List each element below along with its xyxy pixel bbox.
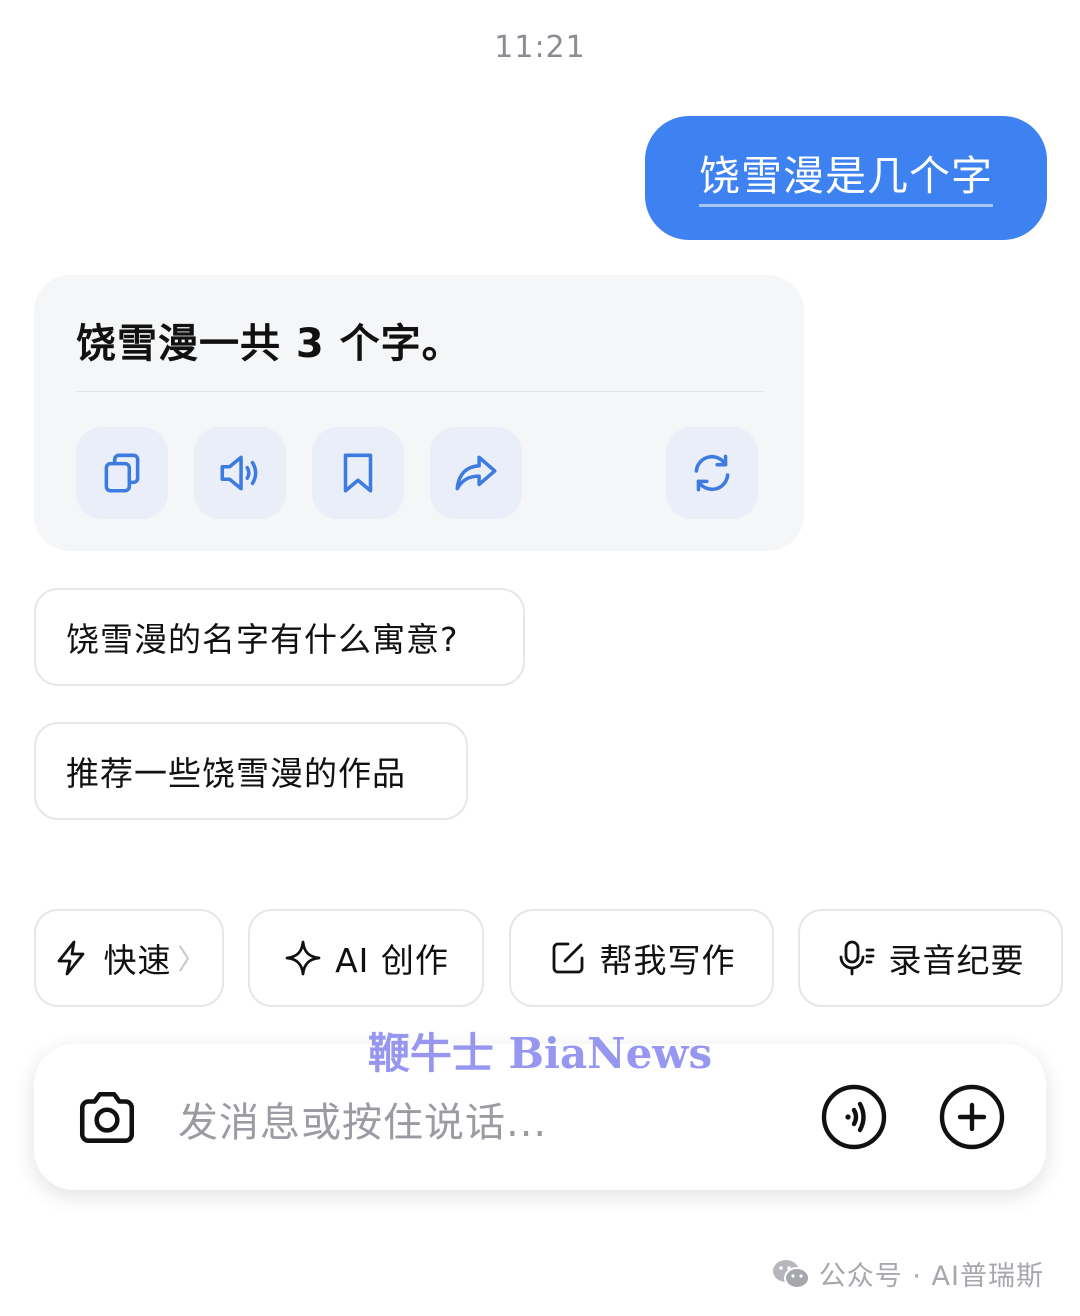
- tool-recording-notes[interactable]: 录音纪要: [798, 909, 1063, 1007]
- copy-icon: [104, 453, 140, 493]
- lightning-icon: [58, 940, 85, 976]
- tool-label: 帮我写作: [599, 941, 736, 980]
- divider: [76, 391, 764, 392]
- camera-icon[interactable]: [74, 1085, 140, 1151]
- footer-watermark: 公众号 · AI普瑞斯: [771, 1254, 1044, 1293]
- suggestion-chip[interactable]: 饶雪漫的名字有什么寓意?: [34, 588, 525, 686]
- wechat-icon: [772, 1259, 810, 1289]
- copy-button[interactable]: [76, 427, 168, 519]
- tool-ai-create[interactable]: AI 创作: [248, 909, 484, 1007]
- tool-quick[interactable]: 快速 〉: [34, 909, 224, 1007]
- tool-help-write[interactable]: 帮我写作: [509, 909, 774, 1007]
- bookmark-button[interactable]: [312, 427, 404, 519]
- tool-label: 快速: [103, 941, 172, 980]
- suggestion-text: 饶雪漫的名字有什么寓意?: [66, 620, 459, 659]
- voice-call-icon[interactable]: [820, 1083, 888, 1151]
- regenerate-button[interactable]: [666, 427, 758, 519]
- user-message-bubble[interactable]: 饶雪漫是几个字: [645, 116, 1047, 240]
- regenerate-icon: [694, 454, 730, 492]
- sparkle-icon: [285, 940, 321, 976]
- ai-response-text: 饶雪漫一共 3 个字。: [76, 321, 463, 367]
- user-message-text: 饶雪漫是几个字: [699, 149, 993, 207]
- share-icon: [455, 455, 497, 491]
- tool-label: AI 创作: [335, 941, 449, 980]
- watermark-bianews: 鞭牛士 BiaNews: [367, 1029, 713, 1078]
- suggestion-chip[interactable]: 推荐一些饶雪漫的作品: [34, 722, 468, 820]
- edit-icon: [552, 942, 583, 974]
- plus-icon[interactable]: [938, 1083, 1006, 1151]
- microphone-icon: [839, 940, 874, 976]
- chevron-right-icon: 〉: [177, 943, 207, 976]
- tool-label: 录音纪要: [888, 941, 1025, 980]
- share-button[interactable]: [430, 427, 522, 519]
- speaker-icon: [220, 455, 258, 491]
- timestamp: 11:21: [494, 30, 586, 65]
- footer-watermark-text: 公众号 · AI普瑞斯: [818, 1261, 1044, 1292]
- ai-response-card: 饶雪漫一共 3 个字。: [34, 275, 804, 551]
- message-input[interactable]: 发消息或按住说话...: [178, 1090, 547, 1148]
- bookmark-icon: [343, 453, 373, 493]
- suggestion-text: 推荐一些饶雪漫的作品: [66, 754, 406, 793]
- read-aloud-button[interactable]: [194, 427, 286, 519]
